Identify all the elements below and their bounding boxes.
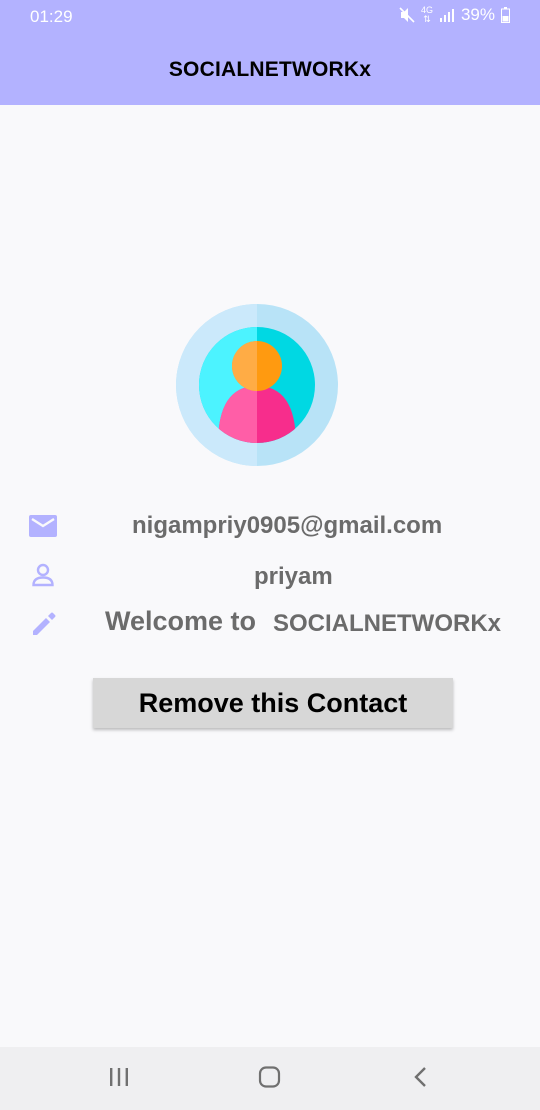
person-icon (32, 563, 54, 592)
email-row: nigampriy0905@gmail.com (0, 510, 540, 544)
app-title: SOCIALNETWORKx (168, 57, 372, 81)
status-prefix: Welcome to (105, 606, 257, 636)
status-time: 01:29 (30, 7, 73, 26)
name-row: priyam (0, 560, 540, 594)
remove-contact-button[interactable]: Remove this Contact (93, 678, 453, 728)
recent-apps-icon[interactable] (108, 1066, 130, 1093)
status-app: SOCIALNETWORKx (273, 610, 501, 637)
navigation-bar (0, 1047, 540, 1110)
network-label: 4G (420, 5, 433, 15)
mute-icon (399, 6, 415, 24)
network-icon: 4G ⇅ (420, 5, 433, 24)
battery-label: 39% (460, 5, 495, 24)
status-icons: 4G ⇅ 39% (399, 5, 510, 25)
app-bar: SOCIALNETWORKx (0, 34, 540, 105)
email-text: nigampriy0905@gmail.com (132, 512, 443, 539)
battery-icon (501, 7, 510, 23)
back-icon[interactable] (410, 1066, 430, 1093)
email-icon (29, 515, 57, 542)
pencil-icon (31, 611, 57, 642)
user-avatar-icon (176, 304, 338, 466)
status-row: Welcome to SOCIALNETWORKx (0, 602, 540, 642)
home-icon[interactable] (258, 1066, 282, 1093)
name-text: priyam (254, 563, 333, 590)
signal-icon (439, 8, 455, 22)
status-bar: 01:29 4G ⇅ 39% (0, 0, 540, 34)
